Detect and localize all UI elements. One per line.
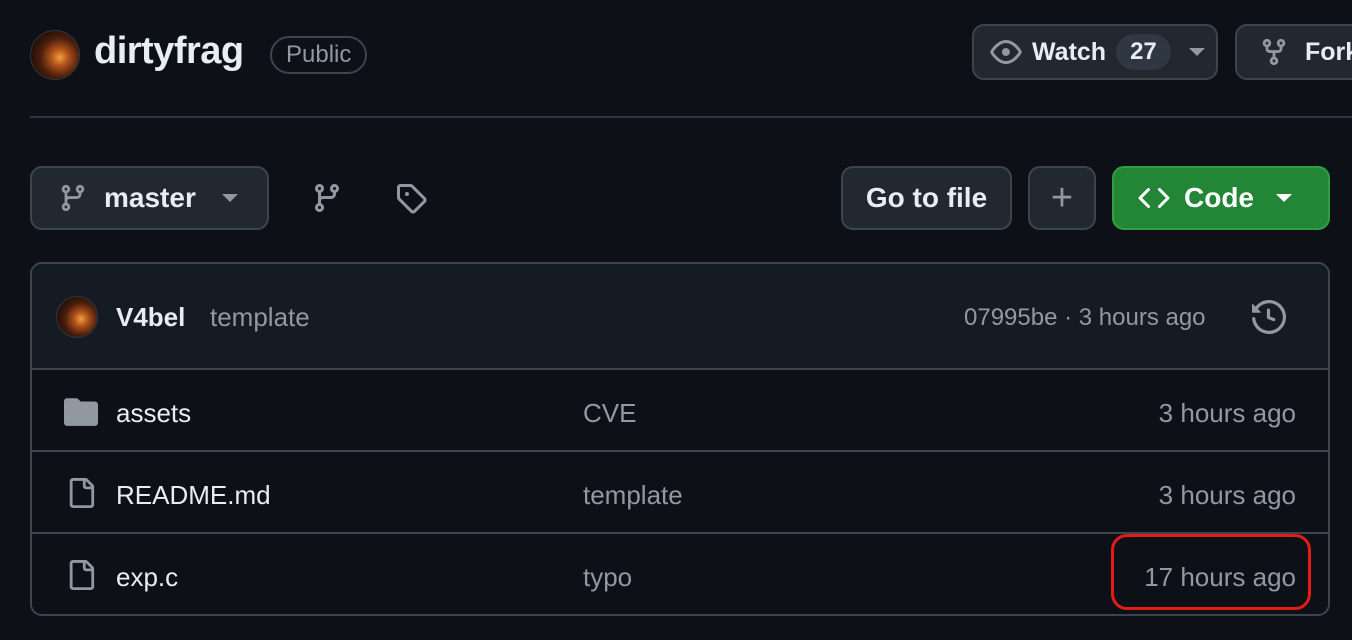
highlight-annotation xyxy=(1111,534,1311,610)
file-icon xyxy=(66,558,96,597)
file-commit-message[interactable]: template xyxy=(583,480,683,511)
file-commit-time: 3 hours ago xyxy=(1158,398,1296,428)
watch-button[interactable]: Watch 27 xyxy=(972,24,1218,80)
file-name-link[interactable]: README.md xyxy=(116,480,271,511)
commit-hash-time[interactable]: 07995be · 3 hours ago xyxy=(964,304,1206,332)
file-name-link[interactable]: exp.c xyxy=(116,562,178,593)
watch-counter: 27 xyxy=(1116,34,1171,70)
chevron-down-icon xyxy=(221,194,238,202)
repo-owner-avatar[interactable] xyxy=(30,30,80,80)
chevron-down-icon xyxy=(1276,194,1292,202)
fork-label: Fork xyxy=(1305,37,1352,66)
branch-icon xyxy=(58,183,88,213)
commit-author-link[interactable]: V4bel xyxy=(116,302,185,333)
file-commit-message[interactable]: typo xyxy=(583,562,632,593)
code-button[interactable]: Code xyxy=(1112,166,1330,230)
branch-select-button[interactable]: master xyxy=(30,166,269,230)
visibility-badge: Public xyxy=(270,36,368,74)
fork-button[interactable]: Fork xyxy=(1235,24,1352,80)
commit-message-link[interactable]: template xyxy=(210,302,310,333)
branches-icon[interactable] xyxy=(311,182,343,219)
file-commit-message[interactable]: CVE xyxy=(583,398,636,429)
folder-icon xyxy=(64,396,98,431)
latest-commit-row: V4bel template 07995be · 3 hours ago xyxy=(32,264,1328,370)
branch-name: master xyxy=(104,182,196,213)
chevron-down-icon xyxy=(1188,48,1205,56)
history-icon[interactable] xyxy=(1252,299,1287,339)
code-label: Code xyxy=(1184,182,1254,213)
file-name-link[interactable]: assets xyxy=(116,398,191,429)
go-to-file-button[interactable]: Go to file xyxy=(841,166,1012,230)
tag-icon[interactable] xyxy=(395,182,427,219)
file-row[interactable]: assets CVE 3 hours ago xyxy=(32,370,1328,452)
plus-icon: + xyxy=(1050,177,1074,219)
repo-name-link[interactable]: dirtyfrag xyxy=(94,30,244,73)
code-icon xyxy=(1138,182,1170,214)
file-icon xyxy=(66,476,96,515)
eye-icon xyxy=(990,36,1022,68)
watch-label: Watch xyxy=(1032,37,1107,66)
commit-author-avatar[interactable] xyxy=(56,296,98,338)
file-row[interactable]: README.md template 3 hours ago xyxy=(32,452,1328,534)
fork-icon xyxy=(1259,37,1289,67)
add-file-button[interactable]: + xyxy=(1028,166,1096,230)
go-to-file-label: Go to file xyxy=(865,182,988,213)
header-divider xyxy=(30,116,1352,118)
file-commit-time: 3 hours ago xyxy=(1158,480,1296,510)
